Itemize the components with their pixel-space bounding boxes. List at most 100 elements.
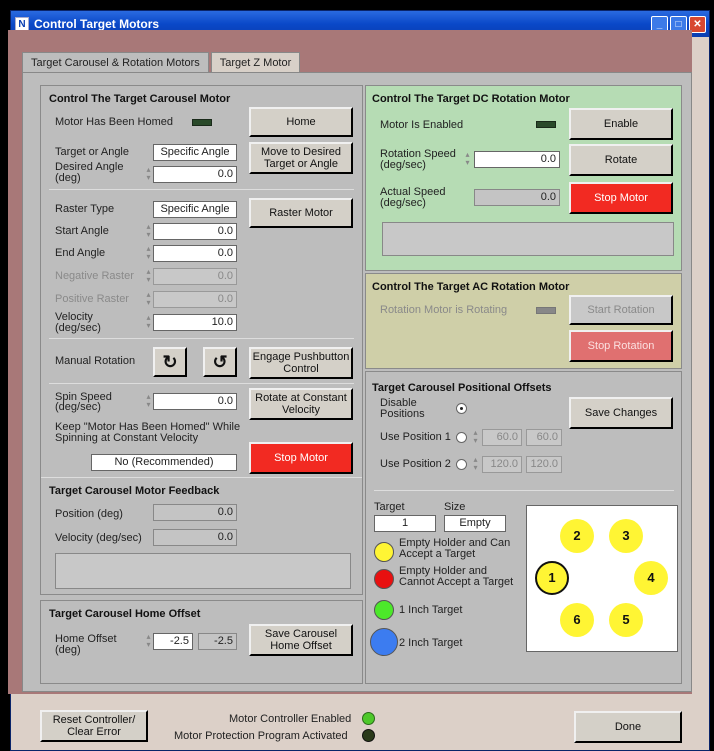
- carousel-position-1[interactable]: 1: [535, 561, 569, 595]
- enable-button[interactable]: Enable: [569, 108, 673, 140]
- rotation-speed-input[interactable]: 0.0: [474, 151, 560, 168]
- spin-speed-input[interactable]: 0.0: [153, 393, 237, 410]
- rotation-speed-spinner[interactable]: ▴ ▾: [463, 151, 472, 168]
- move-to-target-button[interactable]: Move to Desired Target or Angle: [249, 142, 353, 174]
- rotate-constant-velocity-button[interactable]: Rotate at Constant Velocity: [249, 388, 353, 420]
- done-button[interactable]: Done: [574, 711, 682, 743]
- tab-strip: Target Carousel & Rotation Motors Target…: [22, 52, 302, 75]
- raster-type-label: Raster Type: [55, 203, 115, 215]
- app-icon: N: [15, 17, 29, 31]
- home-offset-panel: Target Carousel Home Offset Home Offset …: [40, 600, 363, 684]
- end-angle-input[interactable]: 0.0: [153, 245, 237, 262]
- position2-input: 120.0: [482, 456, 522, 473]
- protection-activated-led: [362, 729, 375, 742]
- dc-enabled-led: [536, 121, 556, 128]
- desired-angle-spinner[interactable]: ▴ ▾: [144, 166, 153, 183]
- blue-legend-icon: [370, 628, 398, 656]
- feedback-status-box: [55, 553, 351, 589]
- disable-positions-radio[interactable]: [456, 403, 467, 414]
- yellow-legend-icon: [374, 542, 394, 562]
- actual-speed-label: Actual Speed (deg/sec): [380, 186, 446, 209]
- spin-speed-spinner[interactable]: ▴ ▾: [144, 393, 153, 410]
- dc-enabled-label: Motor Is Enabled: [380, 119, 464, 131]
- divider: [374, 490, 674, 491]
- reset-controller-button[interactable]: Reset Controller/ Clear Error: [40, 710, 148, 742]
- position2-spinner: ▴ ▾: [473, 455, 478, 472]
- carousel-position-6[interactable]: 6: [560, 603, 594, 637]
- position2-radio[interactable]: [456, 459, 467, 470]
- desired-angle-input[interactable]: 0.0: [153, 166, 237, 183]
- position2-readout: 120.0: [526, 456, 562, 473]
- rotate-counterclockwise-icon[interactable]: ↺: [203, 347, 237, 377]
- home-button[interactable]: Home: [249, 107, 353, 137]
- velocity-input[interactable]: 10.0: [153, 314, 237, 331]
- position1-spinner: ▴ ▾: [473, 428, 478, 445]
- position1-input: 60.0: [482, 429, 522, 446]
- protection-activated-label: Motor Protection Program Activated: [174, 730, 348, 742]
- red-legend-icon: [374, 569, 394, 589]
- ac-rotating-label: Rotation Motor is Rotating: [380, 304, 508, 316]
- start-angle-label: Start Angle: [55, 225, 109, 237]
- position1-radio[interactable]: [456, 432, 467, 443]
- save-home-offset-button[interactable]: Save Carousel Home Offset: [249, 624, 353, 656]
- legend-yellow-label: Empty Holder and Can Accept a Target: [399, 537, 511, 560]
- dc-title: Control The Target DC Rotation Motor: [372, 93, 570, 105]
- carousel-title: Control The Target Carousel Motor: [49, 93, 231, 105]
- keep-homed-select[interactable]: No (Recommended): [91, 454, 237, 471]
- positive-raster-input: 0.0: [153, 291, 237, 308]
- raster-type-select[interactable]: Specific Angle: [153, 201, 237, 218]
- carousel-position-5[interactable]: 5: [609, 603, 643, 637]
- engage-pushbutton-button[interactable]: Engage Pushbutton Control: [249, 347, 353, 379]
- positive-raster-spinner: ▴ ▾: [146, 290, 151, 307]
- size-label: Size: [444, 501, 466, 513]
- start-angle-input[interactable]: 0.0: [153, 223, 237, 240]
- carousel-position-2[interactable]: 2: [560, 519, 594, 553]
- velocity-spinner[interactable]: ▴ ▾: [144, 314, 153, 331]
- end-angle-label: End Angle: [55, 247, 106, 259]
- offsets-title: Target Carousel Positional Offsets: [372, 382, 552, 394]
- target-or-angle-label: Target or Angle: [55, 146, 129, 158]
- dc-status-box: [382, 222, 674, 256]
- raster-motor-button[interactable]: Raster Motor: [249, 198, 353, 228]
- carousel-position-3[interactable]: 3: [609, 519, 643, 553]
- carousel-stop-motor-button[interactable]: Stop Motor: [249, 442, 353, 474]
- homed-led: [192, 119, 212, 126]
- divider: [49, 338, 354, 339]
- velocity-label: Velocity (deg/sec): [55, 311, 101, 334]
- home-offset-readout: -2.5: [198, 633, 237, 650]
- home-offset-title: Target Carousel Home Offset: [49, 608, 201, 620]
- carousel-diagram: 1 2 3 4 5 6: [526, 505, 678, 652]
- keep-homed-label: Keep "Motor Has Been Homed" While Spinni…: [55, 421, 241, 444]
- ac-rotating-led: [536, 307, 556, 314]
- position2-label: Use Position 2: [380, 458, 451, 470]
- dc-stop-motor-button[interactable]: Stop Motor: [569, 182, 673, 214]
- home-offset-spinner[interactable]: ▴ ▾: [144, 633, 153, 650]
- legend-green-label: 1 Inch Target: [399, 604, 463, 616]
- rotate-button[interactable]: Rotate: [569, 144, 673, 176]
- velocity-readout: 0.0: [153, 529, 237, 546]
- controller-enabled-led: [362, 712, 375, 725]
- ac-motor-panel: Control The Target AC Rotation Motor Rot…: [365, 273, 682, 369]
- target-or-angle-select[interactable]: Specific Angle: [153, 144, 237, 161]
- homed-label: Motor Has Been Homed: [55, 116, 173, 128]
- home-offset-input[interactable]: -2.5: [153, 633, 193, 650]
- save-changes-button[interactable]: Save Changes: [569, 397, 673, 429]
- target-label: Target: [374, 501, 405, 513]
- stop-rotation-button[interactable]: Stop Rotation: [569, 330, 673, 362]
- negative-raster-label: Negative Raster: [55, 270, 134, 282]
- end-angle-spinner[interactable]: ▴ ▾: [144, 245, 153, 262]
- tab-z-motor[interactable]: Target Z Motor: [210, 52, 301, 74]
- divider: [49, 189, 354, 190]
- dc-motor-panel: Control The Target DC Rotation Motor Mot…: [365, 85, 682, 271]
- start-rotation-button[interactable]: Start Rotation: [569, 295, 673, 325]
- feedback-title: Target Carousel Motor Feedback: [49, 485, 220, 497]
- controller-enabled-label: Motor Controller Enabled: [229, 713, 352, 725]
- position1-readout: 60.0: [526, 429, 562, 446]
- negative-raster-spinner: ▴ ▾: [146, 267, 151, 284]
- carousel-position-4[interactable]: 4: [634, 561, 668, 595]
- home-offset-label: Home Offset (deg): [55, 633, 117, 656]
- manual-rotation-label: Manual Rotation: [55, 355, 136, 367]
- start-angle-spinner[interactable]: ▴ ▾: [144, 223, 153, 240]
- position-readout: 0.0: [153, 504, 237, 521]
- rotate-clockwise-icon[interactable]: ↻: [153, 347, 187, 377]
